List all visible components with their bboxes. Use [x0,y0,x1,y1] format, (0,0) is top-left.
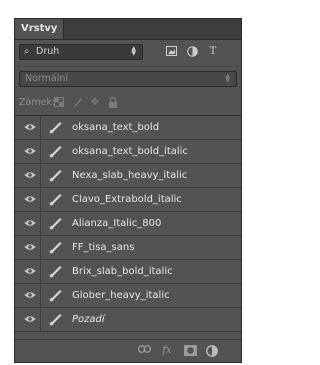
layer-row[interactable]: Nexa_slab_heavy_italic [15,164,241,188]
visibility-eye-icon[interactable] [19,284,41,307]
brush-icon [47,288,63,302]
eye-glyph [24,244,36,250]
eye-glyph [24,220,36,226]
eye-glyph [24,172,36,178]
layer-row[interactable]: oksana_text_bold_italic [15,140,241,164]
lock-transparent-pixels-icon[interactable] [53,97,65,109]
layer-row[interactable]: oksana_text_bold [15,116,241,140]
brush-icon [47,144,63,158]
layer-name: Alianza_Italic_800 [72,218,162,229]
layer-name: Pozadí [72,314,105,325]
type-filter-icon[interactable]: T [207,46,219,58]
visibility-eye-icon[interactable] [19,260,41,283]
tab-bar: Vrstvy [15,19,241,40]
mask-icon[interactable] [183,345,197,357]
layer-row[interactable]: Alianza_Italic_800 [15,212,241,236]
eye-glyph [24,292,36,298]
layer-list: oksana_text_bold oksana_text_bold_italic N… [15,116,241,332]
brush-icon [47,120,63,134]
brush-icon [47,168,63,182]
image-filter-icon[interactable] [165,46,177,58]
dropdown-arrows-icon: ▲ ▼ [131,45,136,57]
filter-kind-value: Druh [36,46,60,57]
eye-glyph [24,316,36,322]
adjustment-filter-icon[interactable] [186,46,198,58]
layers-panel: Vrstvy ⌕ Druh ▲▼ T Normální ▲▼ Zámek: [14,18,242,363]
fx-icon[interactable]: fx [160,345,174,357]
panel-bottom-bar: fx [15,339,241,362]
lock-image-pixels-icon[interactable] [71,97,83,109]
filter-row: ⌕ Druh ▲ ▼ T [15,40,241,66]
layer-row[interactable]: Glober_heavy_italic [15,284,241,308]
lock-row: Zámek: ✥ [15,91,241,116]
visibility-eye-icon[interactable] [19,236,41,259]
brush-icon [47,312,63,326]
eye-glyph [24,268,36,274]
link-icon[interactable] [137,345,151,357]
visibility-eye-icon[interactable] [19,164,41,187]
visibility-eye-icon[interactable] [19,188,41,211]
layer-name: Clavo_Extrabold_italic [72,194,182,205]
lock-label: Zámek: [19,97,56,108]
layer-name: Glober_heavy_italic [72,290,170,301]
eye-glyph [24,196,36,202]
visibility-eye-icon[interactable] [19,308,41,331]
visibility-eye-icon[interactable] [19,140,41,163]
layer-name: Brix_slab_bold_italic [72,266,173,277]
visibility-eye-icon[interactable] [19,116,41,139]
brush-icon [47,216,63,230]
blend-mode-dropdown[interactable]: Normální ▲ ▼ [19,71,237,87]
adjustment-icon[interactable] [205,345,219,357]
lock-all-icon[interactable] [107,96,119,109]
blend-mode-value: Normální [25,73,69,84]
brush-icon [47,192,63,206]
brush-icon [47,264,63,278]
lock-position-icon[interactable]: ✥ [89,97,101,109]
visibility-eye-icon[interactable] [19,212,41,235]
layer-row[interactable]: Pozadí [15,308,241,332]
search-icon: ⌕ [24,46,30,57]
dropdown-arrows-icon: ▲ ▼ [225,72,230,84]
layer-name: Nexa_slab_heavy_italic [72,170,188,181]
layer-name: FF_tisa_sans [72,242,135,253]
layer-row[interactable]: FF_tisa_sans [15,236,241,260]
tab-layers[interactable]: Vrstvy [15,19,65,39]
layer-name: oksana_text_bold [72,122,160,133]
filter-kind-dropdown[interactable]: ⌕ Druh ▲ ▼ [19,44,143,60]
layer-row[interactable]: Clavo_Extrabold_italic [15,188,241,212]
brush-icon [47,240,63,254]
layer-row[interactable]: Brix_slab_bold_italic [15,260,241,284]
eye-glyph [24,148,36,154]
eye-glyph [24,124,36,130]
blend-row: Normální ▲ ▼ [15,66,241,91]
layer-name: oksana_text_bold_italic [72,146,188,157]
